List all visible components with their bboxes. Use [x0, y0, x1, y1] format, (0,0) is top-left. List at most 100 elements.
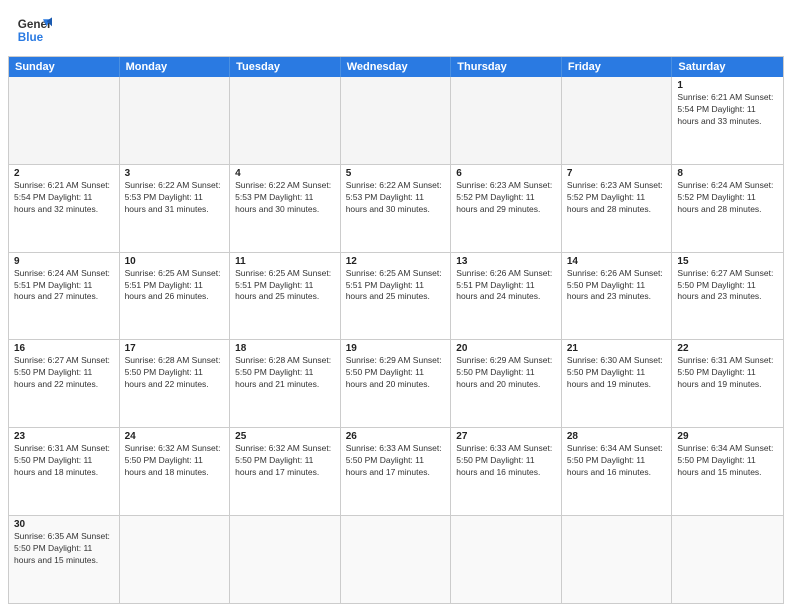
- cell-day-number: 2: [14, 168, 114, 179]
- calendar-cell: [672, 516, 783, 603]
- cell-info: Sunrise: 6:27 AM Sunset: 5:50 PM Dayligh…: [14, 355, 114, 391]
- calendar-cell: 19Sunrise: 6:29 AM Sunset: 5:50 PM Dayli…: [341, 340, 452, 427]
- day-header-friday: Friday: [562, 57, 673, 77]
- calendar: SundayMondayTuesdayWednesdayThursdayFrid…: [8, 56, 784, 604]
- day-header-sunday: Sunday: [9, 57, 120, 77]
- logo: General Blue: [16, 12, 52, 48]
- calendar-cell: 17Sunrise: 6:28 AM Sunset: 5:50 PM Dayli…: [120, 340, 231, 427]
- header: General Blue: [0, 0, 792, 56]
- cell-day-number: 28: [567, 431, 667, 442]
- cell-info: Sunrise: 6:25 AM Sunset: 5:51 PM Dayligh…: [346, 268, 446, 304]
- cell-info: Sunrise: 6:33 AM Sunset: 5:50 PM Dayligh…: [456, 443, 556, 479]
- cell-day-number: 16: [14, 343, 114, 354]
- cell-day-number: 27: [456, 431, 556, 442]
- cell-info: Sunrise: 6:28 AM Sunset: 5:50 PM Dayligh…: [235, 355, 335, 391]
- cell-info: Sunrise: 6:21 AM Sunset: 5:54 PM Dayligh…: [14, 180, 114, 216]
- cell-info: Sunrise: 6:23 AM Sunset: 5:52 PM Dayligh…: [567, 180, 667, 216]
- day-header-monday: Monday: [120, 57, 231, 77]
- weeks: 1Sunrise: 6:21 AM Sunset: 5:54 PM Daylig…: [9, 77, 783, 603]
- calendar-cell: [230, 77, 341, 164]
- cell-info: Sunrise: 6:29 AM Sunset: 5:50 PM Dayligh…: [346, 355, 446, 391]
- cell-info: Sunrise: 6:28 AM Sunset: 5:50 PM Dayligh…: [125, 355, 225, 391]
- cell-day-number: 15: [677, 256, 778, 267]
- day-header-saturday: Saturday: [672, 57, 783, 77]
- day-header-wednesday: Wednesday: [341, 57, 452, 77]
- cell-day-number: 11: [235, 256, 335, 267]
- calendar-cell: [341, 77, 452, 164]
- calendar-cell: 27Sunrise: 6:33 AM Sunset: 5:50 PM Dayli…: [451, 428, 562, 515]
- day-header-tuesday: Tuesday: [230, 57, 341, 77]
- cell-day-number: 20: [456, 343, 556, 354]
- cell-day-number: 22: [677, 343, 778, 354]
- cell-info: Sunrise: 6:22 AM Sunset: 5:53 PM Dayligh…: [235, 180, 335, 216]
- cell-info: Sunrise: 6:25 AM Sunset: 5:51 PM Dayligh…: [235, 268, 335, 304]
- calendar-cell: [451, 77, 562, 164]
- svg-text:Blue: Blue: [18, 31, 44, 44]
- calendar-cell: 4Sunrise: 6:22 AM Sunset: 5:53 PM Daylig…: [230, 165, 341, 252]
- calendar-cell: 16Sunrise: 6:27 AM Sunset: 5:50 PM Dayli…: [9, 340, 120, 427]
- cell-info: Sunrise: 6:26 AM Sunset: 5:51 PM Dayligh…: [456, 268, 556, 304]
- calendar-cell: [9, 77, 120, 164]
- calendar-cell: 18Sunrise: 6:28 AM Sunset: 5:50 PM Dayli…: [230, 340, 341, 427]
- cell-day-number: 13: [456, 256, 556, 267]
- cell-day-number: 24: [125, 431, 225, 442]
- cell-day-number: 17: [125, 343, 225, 354]
- week-row-4: 23Sunrise: 6:31 AM Sunset: 5:50 PM Dayli…: [9, 427, 783, 515]
- cell-info: Sunrise: 6:31 AM Sunset: 5:50 PM Dayligh…: [14, 443, 114, 479]
- calendar-cell: 30Sunrise: 6:35 AM Sunset: 5:50 PM Dayli…: [9, 516, 120, 603]
- calendar-cell: 21Sunrise: 6:30 AM Sunset: 5:50 PM Dayli…: [562, 340, 673, 427]
- calendar-cell: [451, 516, 562, 603]
- cell-day-number: 5: [346, 168, 446, 179]
- cell-info: Sunrise: 6:22 AM Sunset: 5:53 PM Dayligh…: [346, 180, 446, 216]
- cell-day-number: 14: [567, 256, 667, 267]
- page: General Blue SundayMondayTuesdayWednesda…: [0, 0, 792, 612]
- calendar-cell: 13Sunrise: 6:26 AM Sunset: 5:51 PM Dayli…: [451, 253, 562, 340]
- calendar-cell: 6Sunrise: 6:23 AM Sunset: 5:52 PM Daylig…: [451, 165, 562, 252]
- cell-info: Sunrise: 6:26 AM Sunset: 5:50 PM Dayligh…: [567, 268, 667, 304]
- calendar-cell: 7Sunrise: 6:23 AM Sunset: 5:52 PM Daylig…: [562, 165, 673, 252]
- calendar-cell: 2Sunrise: 6:21 AM Sunset: 5:54 PM Daylig…: [9, 165, 120, 252]
- cell-info: Sunrise: 6:27 AM Sunset: 5:50 PM Dayligh…: [677, 268, 778, 304]
- calendar-cell: 1Sunrise: 6:21 AM Sunset: 5:54 PM Daylig…: [672, 77, 783, 164]
- cell-day-number: 9: [14, 256, 114, 267]
- day-headers: SundayMondayTuesdayWednesdayThursdayFrid…: [9, 57, 783, 77]
- cell-day-number: 1: [677, 80, 778, 91]
- calendar-cell: [562, 77, 673, 164]
- calendar-cell: [562, 516, 673, 603]
- calendar-cell: 15Sunrise: 6:27 AM Sunset: 5:50 PM Dayli…: [672, 253, 783, 340]
- generalblue-logo-icon: General Blue: [16, 12, 52, 48]
- calendar-cell: 22Sunrise: 6:31 AM Sunset: 5:50 PM Dayli…: [672, 340, 783, 427]
- calendar-cell: 9Sunrise: 6:24 AM Sunset: 5:51 PM Daylig…: [9, 253, 120, 340]
- calendar-cell: 24Sunrise: 6:32 AM Sunset: 5:50 PM Dayli…: [120, 428, 231, 515]
- cell-info: Sunrise: 6:32 AM Sunset: 5:50 PM Dayligh…: [125, 443, 225, 479]
- cell-day-number: 4: [235, 168, 335, 179]
- calendar-cell: 8Sunrise: 6:24 AM Sunset: 5:52 PM Daylig…: [672, 165, 783, 252]
- calendar-cell: 25Sunrise: 6:32 AM Sunset: 5:50 PM Dayli…: [230, 428, 341, 515]
- cell-info: Sunrise: 6:21 AM Sunset: 5:54 PM Dayligh…: [677, 92, 778, 128]
- week-row-5: 30Sunrise: 6:35 AM Sunset: 5:50 PM Dayli…: [9, 515, 783, 603]
- calendar-cell: 10Sunrise: 6:25 AM Sunset: 5:51 PM Dayli…: [120, 253, 231, 340]
- week-row-3: 16Sunrise: 6:27 AM Sunset: 5:50 PM Dayli…: [9, 339, 783, 427]
- cell-info: Sunrise: 6:25 AM Sunset: 5:51 PM Dayligh…: [125, 268, 225, 304]
- cell-day-number: 10: [125, 256, 225, 267]
- cell-day-number: 25: [235, 431, 335, 442]
- calendar-cell: [341, 516, 452, 603]
- cell-info: Sunrise: 6:30 AM Sunset: 5:50 PM Dayligh…: [567, 355, 667, 391]
- calendar-cell: 28Sunrise: 6:34 AM Sunset: 5:50 PM Dayli…: [562, 428, 673, 515]
- calendar-cell: 26Sunrise: 6:33 AM Sunset: 5:50 PM Dayli…: [341, 428, 452, 515]
- calendar-cell: 23Sunrise: 6:31 AM Sunset: 5:50 PM Dayli…: [9, 428, 120, 515]
- calendar-cell: [230, 516, 341, 603]
- cell-info: Sunrise: 6:35 AM Sunset: 5:50 PM Dayligh…: [14, 531, 114, 567]
- cell-info: Sunrise: 6:31 AM Sunset: 5:50 PM Dayligh…: [677, 355, 778, 391]
- cell-info: Sunrise: 6:34 AM Sunset: 5:50 PM Dayligh…: [677, 443, 778, 479]
- cell-day-number: 19: [346, 343, 446, 354]
- cell-info: Sunrise: 6:24 AM Sunset: 5:51 PM Dayligh…: [14, 268, 114, 304]
- calendar-cell: 29Sunrise: 6:34 AM Sunset: 5:50 PM Dayli…: [672, 428, 783, 515]
- calendar-cell: 5Sunrise: 6:22 AM Sunset: 5:53 PM Daylig…: [341, 165, 452, 252]
- cell-info: Sunrise: 6:29 AM Sunset: 5:50 PM Dayligh…: [456, 355, 556, 391]
- cell-day-number: 6: [456, 168, 556, 179]
- cell-info: Sunrise: 6:33 AM Sunset: 5:50 PM Dayligh…: [346, 443, 446, 479]
- week-row-1: 2Sunrise: 6:21 AM Sunset: 5:54 PM Daylig…: [9, 164, 783, 252]
- cell-day-number: 12: [346, 256, 446, 267]
- cell-day-number: 23: [14, 431, 114, 442]
